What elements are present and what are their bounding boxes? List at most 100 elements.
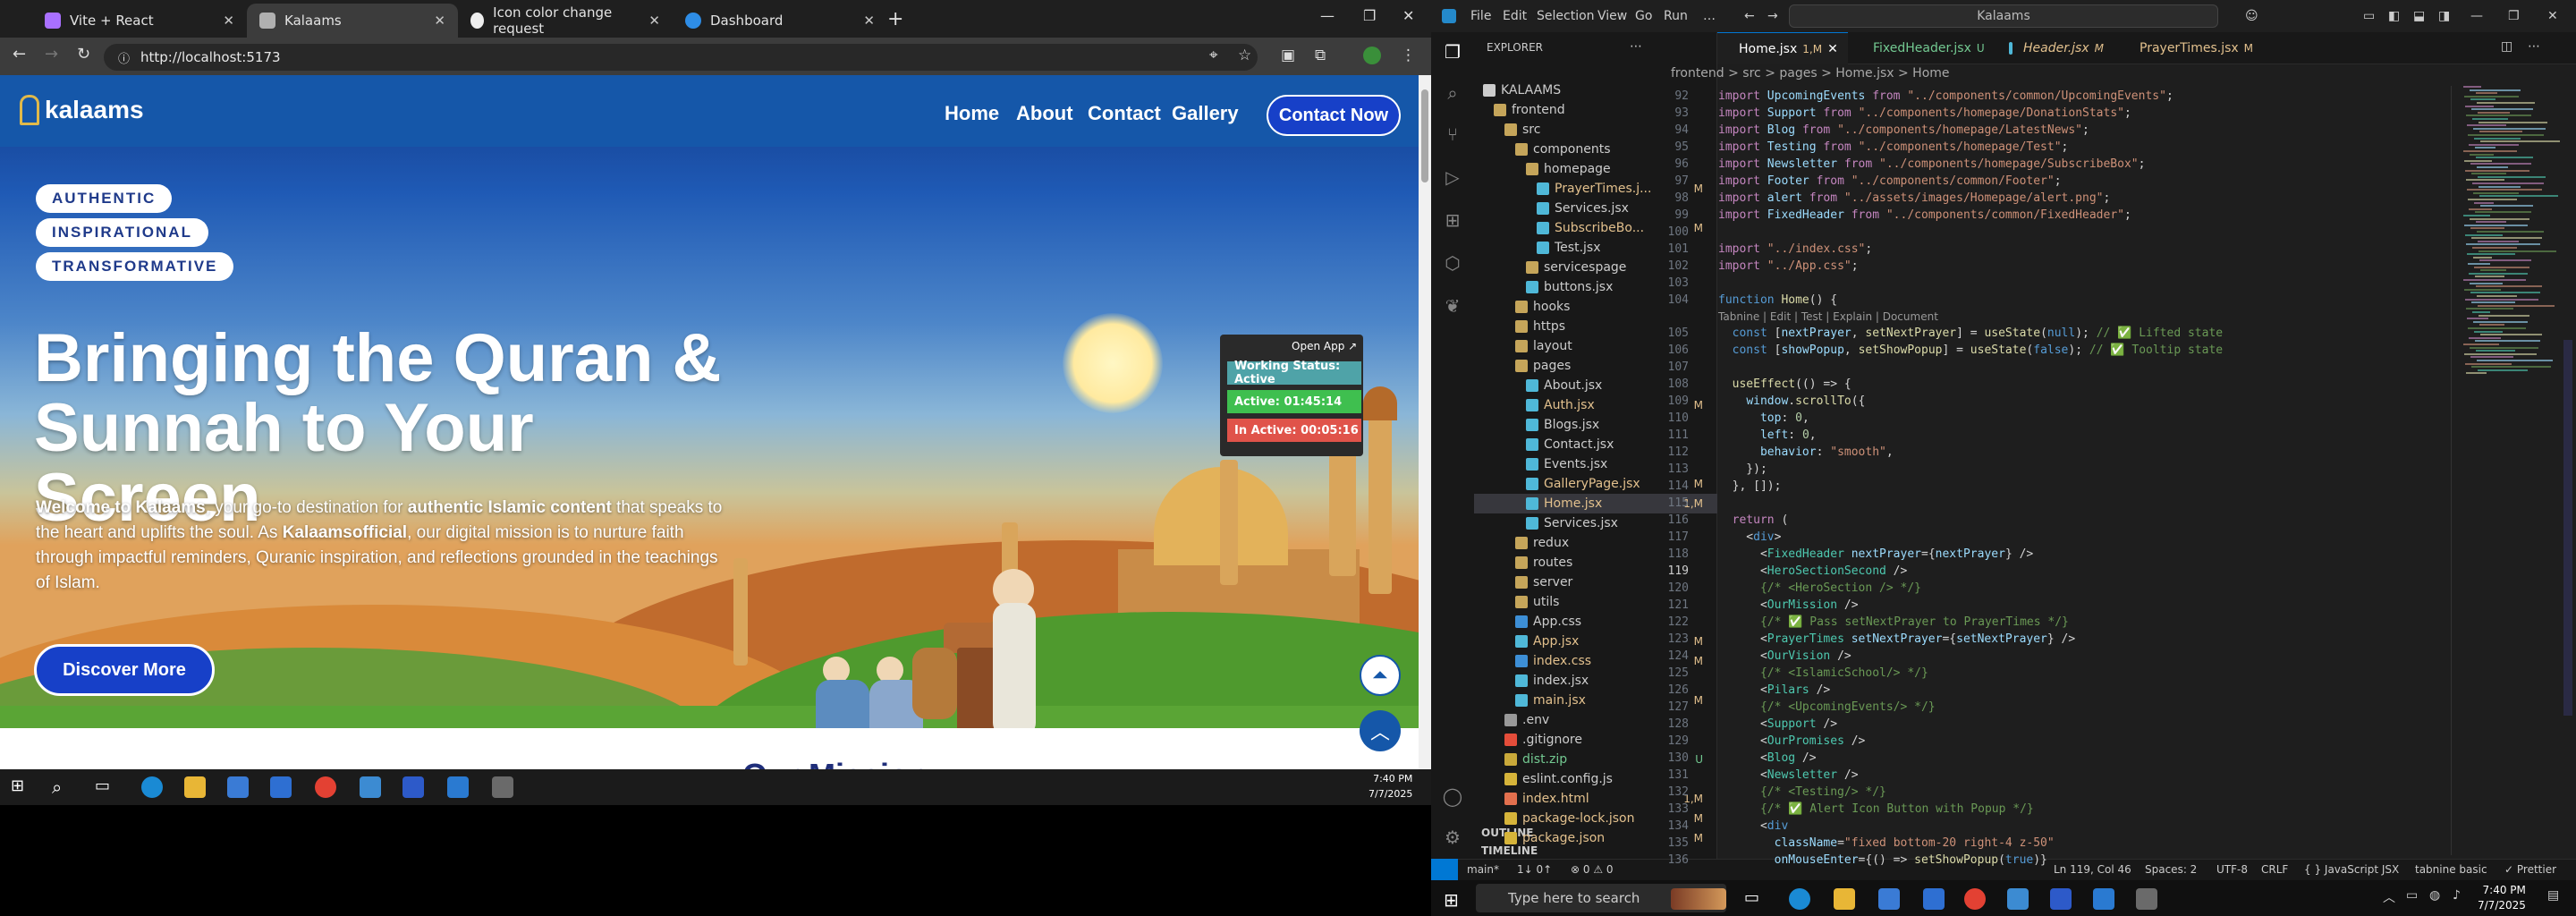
search-icon[interactable]: ⌕ [1442,82,1463,104]
browser-tab-vite[interactable]: Vite + React ✕ [32,4,247,38]
code-line[interactable]: {/* <Testing/> */} [1718,785,1886,799]
editor-tab-home[interactable]: Home.jsx 1,M ✕ [1717,32,1848,64]
code-line[interactable]: import FixedHeader from "../components/c… [1718,208,2131,222]
browser-tab-dashboard[interactable]: Dashboard ✕ [673,4,887,38]
open-app-link[interactable]: Open App ↗ [1292,340,1357,352]
edge-icon[interactable] [141,776,163,798]
code-line[interactable]: {/* <HeroSection /> */} [1718,581,1921,595]
tabnine-codelens[interactable]: Tabnine | Edit | Test | Explain | Docume… [1718,310,1938,323]
chrome-icon[interactable] [315,776,336,798]
code-line[interactable]: <FixedHeader nextPrayer={nextPrayer} /> [1718,547,2033,561]
code-line[interactable]: useEffect(() => { [1718,377,1852,391]
nav-gallery[interactable]: Gallery [1172,102,1239,125]
nav-contact[interactable]: Contact [1088,102,1161,125]
account-icon[interactable]: ◯ [1442,785,1463,807]
tray-chevron-icon[interactable]: ︿ [2383,888,2404,910]
line-ending[interactable]: CRLF [2261,863,2288,876]
code-line[interactable]: onMouseEnter={() => setShowPopup(true)} [1718,853,2047,867]
encoding[interactable]: UTF-8 [2216,863,2248,876]
code-line[interactable]: return ( [1718,513,1789,527]
mail-icon[interactable] [270,776,292,798]
browser-tab-icon-request[interactable]: Icon color change request ✕ [458,4,673,38]
code-line[interactable]: {/* ✅ Alert Icon Button with Popup */} [1718,802,2034,816]
secondary-sidebar-icon[interactable]: ◨ [2438,9,2450,23]
sidebar-toggle-icon[interactable]: ◧ [2388,9,2400,23]
editor-tab-fixedheader[interactable]: FixedHeader.jsx U [1852,32,1995,64]
url-input[interactable]: ⓘ http://localhost:5173 [104,44,1258,71]
code-line[interactable]: <Newsletter /> [1718,768,1859,782]
code-line[interactable]: function Home() { [1718,293,1837,307]
app-icon[interactable] [2007,888,2029,910]
git-sync[interactable]: 1↓ 0↑ [1517,863,1552,876]
page-scrollbar-thumb[interactable] [1421,89,1428,182]
code-line[interactable]: import alert from "../assets/images/Home… [1718,191,2110,205]
close-window-button[interactable]: ✕ [1402,7,1414,24]
tabnine-status[interactable]: tabnine basic [2415,863,2487,876]
app-icon[interactable] [492,776,513,798]
back-icon[interactable]: ← [13,45,26,64]
menu-view[interactable]: View [1597,9,1627,23]
nav-about[interactable]: About [1016,102,1073,125]
command-center-search[interactable]: Kalaams [1789,4,2218,28]
code-line[interactable]: <OurMission /> [1718,598,1859,612]
source-control-icon[interactable]: ⑂ [1442,123,1463,145]
code-line[interactable]: <div> [1718,530,1781,544]
zoom-icon[interactable] [2050,888,2072,910]
store-icon[interactable] [1878,888,1900,910]
code-line[interactable]: <OurVision /> [1718,649,1852,663]
explorer-icon[interactable] [1834,888,1855,910]
code-line[interactable]: <Support /> [1718,717,1837,731]
maximize-button[interactable]: ❐ [2508,9,2520,23]
nav-forward-icon[interactable]: → [1767,9,1778,23]
edge-icon[interactable] [1789,888,1810,910]
battery-icon[interactable]: ▭ [2406,888,2428,910]
windows-start-icon[interactable]: ⊞ [1444,889,1462,911]
nav-back-icon[interactable]: ← [1744,9,1755,23]
remote-icon[interactable]: ⬡ [1442,252,1463,274]
close-icon[interactable]: ✕ [648,13,660,29]
volume-icon[interactable]: ♪ [2453,888,2474,910]
breadcrumb[interactable]: frontend > src > pages > Home.jsx > Home [1671,66,1950,81]
editor-more-icon[interactable]: ⋯ [2528,39,2540,54]
copilot-icon[interactable]: ☺ [2245,9,2258,23]
code-line[interactable]: import UpcomingEvents from "../component… [1718,89,2174,103]
reload-icon[interactable]: ↻ [77,45,90,64]
code-line[interactable]: className="fixed bottom-20 right-4 z-50" [1718,836,2055,850]
contact-now-button[interactable]: Contact Now [1267,95,1401,136]
layout-icon[interactable]: ▭ [2363,9,2375,23]
menu-kebab-icon[interactable]: ⋮ [1401,47,1416,64]
notification-icon[interactable]: ▤ [2547,888,2569,910]
code-line[interactable]: <Blog /> [1718,751,1817,765]
code-line[interactable]: top: 0, [1718,411,1809,425]
code-line[interactable]: behavior: "smooth", [1718,445,1894,459]
more-actions-icon[interactable]: ⋯ [1630,39,1642,54]
code-line[interactable]: import Blog from "../components/homepage… [1718,123,2089,137]
menu-file[interactable]: File [1470,9,1491,23]
taskbar-clock[interactable]: 7:40 PM 7/7/2025 [2478,883,2526,913]
extensions-icon[interactable]: ⊞ [1442,209,1463,231]
close-icon[interactable]: ✕ [223,13,234,29]
run-debug-icon[interactable]: ▷ [1442,166,1463,188]
minimap[interactable] [2460,86,2560,390]
store-icon[interactable] [227,776,249,798]
profile-avatar[interactable] [1363,47,1381,64]
remote-indicator-icon[interactable] [1431,859,1458,880]
language-mode[interactable]: { } JavaScript JSX [2304,863,2399,876]
menu-selection[interactable]: Selection [1537,9,1595,23]
mail-icon[interactable] [1923,888,1945,910]
task-view-icon[interactable]: ▭ [1744,888,1766,910]
windows-start-icon[interactable]: ⊞ [11,776,32,798]
code-line[interactable]: }, []); [1718,479,1782,493]
close-icon[interactable]: ✕ [1827,42,1838,56]
code-line[interactable]: import Testing from "../components/homep… [1718,140,2068,154]
vscode-icon[interactable] [447,776,469,798]
maximize-button[interactable]: ❐ [1363,7,1376,24]
location-icon[interactable]: ⌖ [1209,47,1218,64]
search-icon[interactable]: ⌕ [52,776,73,798]
close-icon[interactable]: ✕ [863,13,875,29]
code-line[interactable]: import Newsletter from "../components/ho… [1718,157,2145,171]
site-info-icon[interactable]: ⓘ [118,49,130,66]
minimize-button[interactable]: — [2470,9,2483,23]
prettier-status[interactable]: ✓ Prettier [2504,863,2556,876]
code-line[interactable]: <OurPromises /> [1718,734,1865,748]
